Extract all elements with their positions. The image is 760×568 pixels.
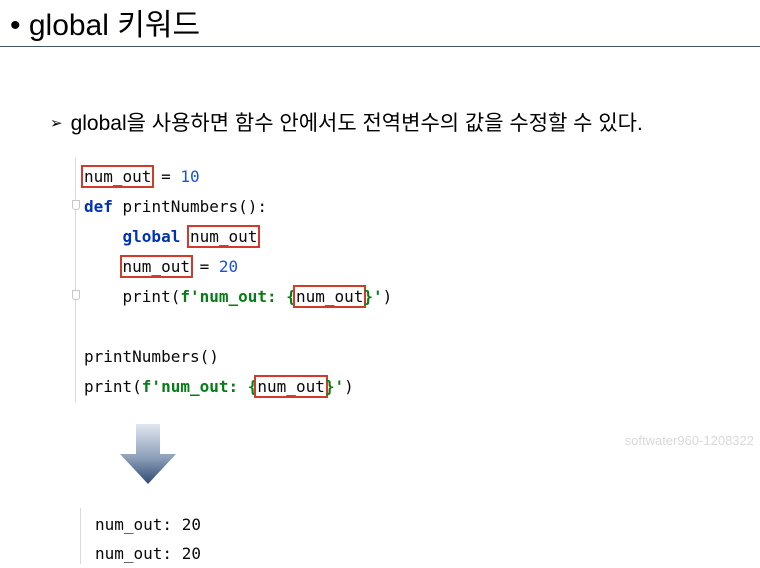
highlight-box: num_out	[292, 285, 367, 308]
watermark: softwater960-1208322	[624, 433, 754, 448]
fold-marker-icon	[72, 200, 80, 210]
code-snippet: num_out = 10 def printNumbers(): global …	[81, 162, 393, 402]
code-line-3: global num_out	[84, 222, 392, 252]
fold-marker-icon	[72, 290, 80, 300]
bullet-text: global을 사용하면 함수 안에서도 전역변수의 값을 수정할 수 있다.	[70, 112, 643, 135]
code-line-2: def printNumbers():	[84, 197, 268, 216]
code-line-4: num_out = 20	[84, 252, 392, 282]
code-line-1: num_out = 10	[81, 162, 392, 192]
highlight-box: num_out	[119, 255, 193, 278]
highlight-box: num_out	[81, 165, 155, 188]
output-line: num_out: 20	[95, 515, 201, 534]
code-line-7: printNumbers()	[84, 347, 219, 366]
slide-title: • global 키워드	[10, 9, 201, 42]
output-gutter-line	[80, 508, 81, 564]
highlight-box: num_out	[186, 225, 261, 248]
code-gutter-line	[75, 158, 76, 402]
highlight-box: num_out	[254, 375, 328, 398]
down-arrow-icon	[120, 424, 176, 484]
code-line-5: print(f'num_out: {num_out}')	[122, 285, 393, 308]
title-divider	[0, 46, 760, 47]
arrow-bullet-icon: ➢	[50, 115, 63, 132]
code-line-8: print(f'num_out: {num_out}')	[84, 375, 354, 398]
console-output: num_out: 20 num_out: 20	[95, 510, 201, 568]
bullet-point: ➢ global을 사용하면 함수 안에서도 전역변수의 값을 수정할 수 있다…	[50, 110, 643, 138]
